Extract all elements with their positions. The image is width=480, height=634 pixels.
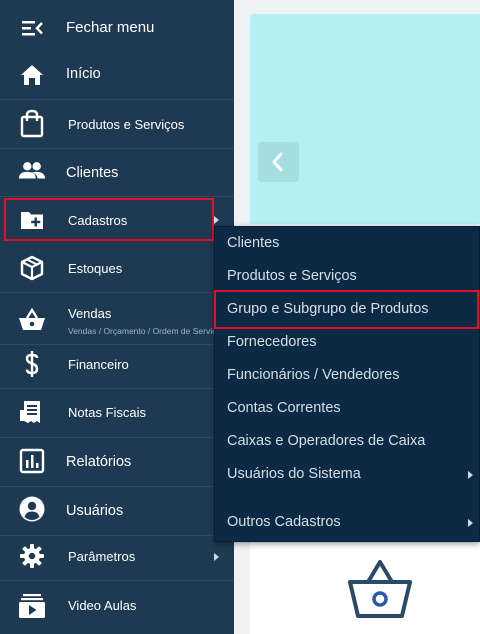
chevron-right-icon (468, 471, 473, 479)
sidebar-item-usuarios[interactable]: Usuários (0, 492, 234, 530)
basket-icon (18, 306, 46, 334)
sidebar-item-label: Produtos e Serviços (68, 117, 185, 132)
divider (0, 437, 234, 438)
submenu-item-outros-cadastros[interactable]: Outros Cadastros (227, 514, 341, 530)
sidebar-item-label: Vendas (68, 306, 112, 321)
sidebar-item-vendas[interactable]: Vendas Vendas / Orçamento / Ordem de Ser… (0, 297, 234, 343)
gear-icon (18, 542, 46, 570)
banner-carousel (250, 14, 480, 224)
sidebar-item-parametros[interactable]: Parâmetros (0, 538, 234, 576)
close-menu-label: Fechar menu (66, 19, 155, 36)
submenu-item-funcionarios[interactable]: Funcionários / Vendedores (227, 367, 400, 383)
sidebar-item-relatorios[interactable]: Relatórios (0, 443, 234, 481)
sidebar-item-label: Video Aulas (68, 598, 137, 613)
receipt-icon (18, 398, 46, 426)
sidebar-item-label: Notas Fiscais (68, 405, 147, 420)
sidebar-item-sublabel: Vendas / Orçamento / Ordem de Serviço (68, 326, 222, 336)
sidebar-item-label: Relatórios (66, 454, 132, 470)
chevron-right-icon (468, 519, 473, 527)
submenu-item-fornecedores[interactable]: Fornecedores (227, 334, 316, 350)
user-circle-icon (18, 495, 46, 523)
shopping-bag-icon (18, 109, 46, 138)
sidebar: Fechar menu Início Produtos e Serviços C… (0, 0, 234, 634)
divider (0, 344, 234, 345)
submenu-item-contas-correntes[interactable]: Contas Correntes (227, 400, 341, 416)
sidebar-item-clientes[interactable]: Clientes (0, 155, 234, 191)
divider (0, 580, 234, 581)
cadastros-submenu: Clientes Produtos e Serviços Grupo e Sub… (214, 226, 480, 542)
home-icon (18, 61, 46, 89)
menu-collapse-icon (18, 14, 46, 42)
sidebar-item-produtos-servicos[interactable]: Produtos e Serviços (0, 106, 234, 144)
submenu-item-usuarios-sistema[interactable]: Usuários do Sistema (227, 466, 361, 482)
divider (0, 196, 234, 197)
divider (0, 535, 234, 536)
sidebar-item-label: Parâmetros (68, 549, 136, 564)
carousel-prev-button[interactable] (258, 142, 299, 182)
divider (0, 99, 234, 100)
highlight-box (214, 290, 479, 329)
submenu-item-clientes[interactable]: Clientes (227, 235, 279, 251)
sidebar-item-label: Estoques (68, 261, 123, 276)
bar-chart-icon (18, 447, 46, 475)
chevron-right-icon (214, 553, 219, 561)
highlight-box (4, 198, 214, 241)
chevron-left-icon (272, 152, 283, 172)
sidebar-item-estoques[interactable]: Estoques (0, 250, 234, 288)
sidebar-item-label: Financeiro (68, 357, 129, 372)
divider (0, 148, 234, 149)
sidebar-item-label: Início (66, 66, 101, 82)
divider (0, 486, 234, 487)
divider (0, 292, 234, 293)
sidebar-item-video-aulas[interactable]: Video Aulas (0, 587, 234, 625)
dollar-icon (18, 350, 46, 378)
chevron-right-icon (214, 216, 219, 224)
sidebar-item-notas-fiscais[interactable]: Notas Fiscais (0, 394, 234, 432)
divider (0, 388, 234, 389)
sidebar-item-label: Usuários (66, 503, 124, 519)
submenu-item-caixas[interactable]: Caixas e Operadores de Caixa (227, 433, 425, 449)
sidebar-item-financeiro[interactable]: Financeiro (0, 346, 234, 384)
sidebar-item-inicio[interactable]: Início (0, 57, 234, 93)
sales-card[interactable] (250, 540, 480, 634)
video-library-icon (18, 592, 46, 620)
box-icon (18, 254, 46, 282)
submenu-item-produtos-servicos[interactable]: Produtos e Serviços (227, 268, 357, 284)
sidebar-item-label: Clientes (66, 165, 119, 181)
close-menu-button[interactable]: Fechar menu (0, 10, 234, 46)
basket-icon (348, 560, 412, 618)
people-icon (18, 157, 46, 185)
